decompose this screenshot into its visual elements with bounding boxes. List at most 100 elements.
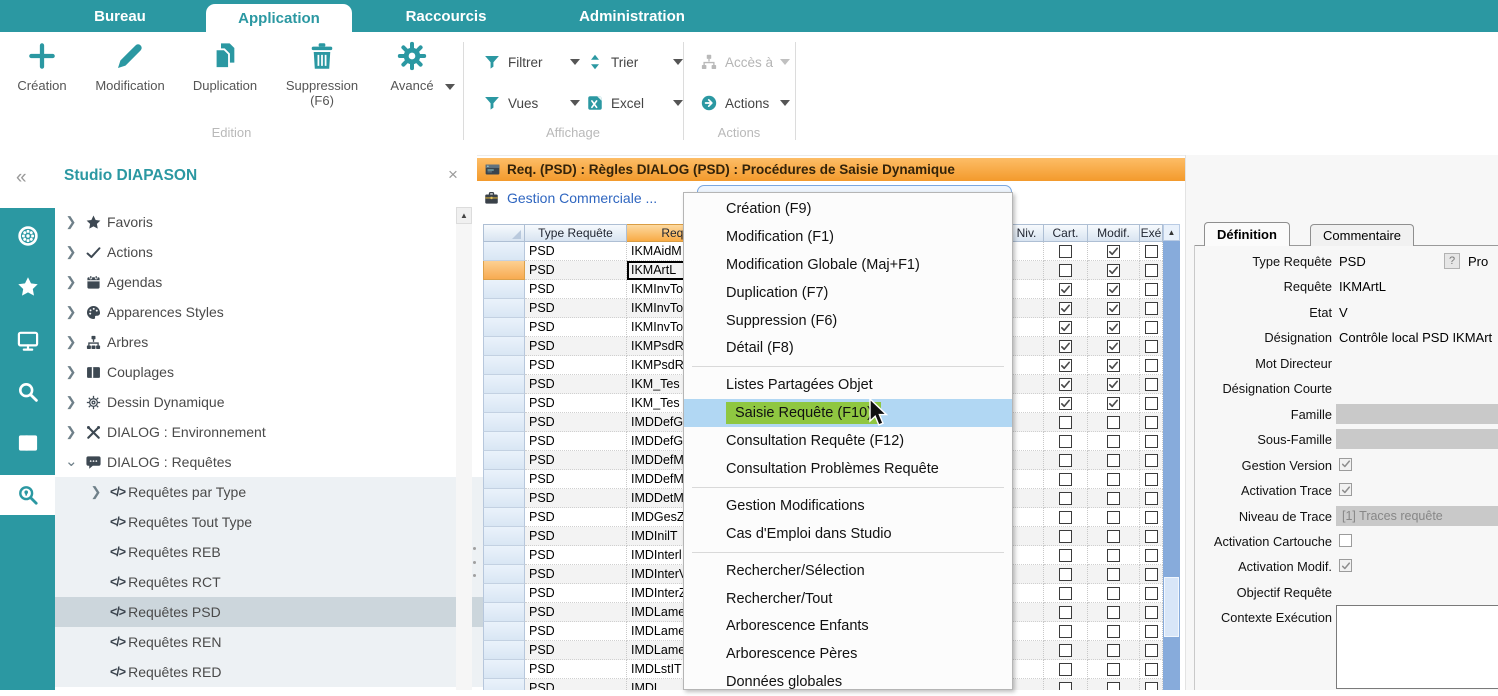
- cell-modif[interactable]: [1088, 679, 1140, 690]
- column-header-cart[interactable]: Cart.: [1044, 224, 1088, 242]
- cell-type[interactable]: PSD: [525, 394, 627, 413]
- cell-type[interactable]: PSD: [525, 641, 627, 660]
- cell-exe[interactable]: [1140, 280, 1163, 299]
- cell-modif[interactable]: [1088, 432, 1140, 451]
- cell-modif[interactable]: [1088, 356, 1140, 375]
- checkbox-unchecked[interactable]: [1107, 511, 1120, 524]
- cell-modif[interactable]: [1088, 622, 1140, 641]
- cell-exe[interactable]: [1140, 470, 1163, 489]
- cell-exe[interactable]: [1140, 356, 1163, 375]
- row-selector[interactable]: [483, 242, 525, 261]
- chevron-down-icon[interactable]: [780, 100, 790, 106]
- cell-exe[interactable]: [1140, 242, 1163, 261]
- menu-item-arborescence-p-res[interactable]: Arborescence Pères: [684, 640, 1012, 668]
- row-selector[interactable]: [483, 660, 525, 679]
- scroll-thumb[interactable]: [1164, 577, 1179, 637]
- checkbox-unchecked[interactable]: [1107, 549, 1120, 562]
- cell-cart[interactable]: [1044, 356, 1088, 375]
- cell-exe[interactable]: [1140, 337, 1163, 356]
- checkbox-unchecked[interactable]: [1107, 682, 1120, 691]
- cell-cart[interactable]: [1044, 527, 1088, 546]
- cell-exe[interactable]: [1140, 546, 1163, 565]
- cell-exe[interactable]: [1140, 318, 1163, 337]
- ribbon-button-accès-à[interactable]: Accès à: [700, 50, 790, 74]
- cell-cart[interactable]: [1044, 565, 1088, 584]
- row-selector[interactable]: [483, 318, 525, 337]
- checkbox-unchecked[interactable]: [1145, 473, 1158, 486]
- row-selector[interactable]: [483, 527, 525, 546]
- checkbox-unchecked[interactable]: [1059, 454, 1072, 467]
- cell-type[interactable]: PSD: [525, 451, 627, 470]
- checkbox-checked[interactable]: [1107, 321, 1120, 334]
- row-selector[interactable]: [483, 603, 525, 622]
- checkbox-unchecked[interactable]: [1059, 511, 1072, 524]
- cell-type[interactable]: PSD: [525, 603, 627, 622]
- checkbox-unchecked[interactable]: [1145, 397, 1158, 410]
- cell-cart[interactable]: [1044, 318, 1088, 337]
- tree-item-dialog-environnement[interactable]: ❯DIALOG : Environnement: [55, 417, 467, 447]
- checkbox-unchecked[interactable]: [1059, 587, 1072, 600]
- cell-cart[interactable]: [1044, 261, 1088, 280]
- cell-cart[interactable]: [1044, 546, 1088, 565]
- checkbox-checked[interactable]: [1059, 397, 1072, 410]
- menu-item-cr-ation-f9-[interactable]: Création (F9): [684, 195, 1012, 223]
- cell-type[interactable]: PSD: [525, 299, 627, 318]
- row-selector[interactable]: [483, 451, 525, 470]
- cell-exe[interactable]: [1140, 679, 1163, 690]
- cell-exe[interactable]: [1140, 622, 1163, 641]
- document-tab[interactable]: Gestion Commerciale ...: [483, 185, 657, 211]
- tab-définition[interactable]: Définition: [1204, 222, 1290, 246]
- checkbox-unchecked[interactable]: [1145, 682, 1158, 691]
- checkbox-unchecked[interactable]: [1059, 606, 1072, 619]
- checkbox-unchecked[interactable]: [1145, 416, 1158, 429]
- row-selector[interactable]: [483, 489, 525, 508]
- menu-item-d-tail-f8-[interactable]: Détail (F8): [684, 334, 1012, 362]
- cell-type[interactable]: PSD: [525, 489, 627, 508]
- chevron-down-icon[interactable]: [445, 84, 455, 90]
- execution-context-textarea[interactable]: [1336, 605, 1498, 689]
- cell-modif[interactable]: [1088, 565, 1140, 584]
- cell-niv[interactable]: [1010, 622, 1044, 641]
- menubar-tab-application[interactable]: Application: [206, 4, 352, 32]
- cell-niv[interactable]: [1010, 394, 1044, 413]
- cell-type[interactable]: PSD: [525, 470, 627, 489]
- cell-cart[interactable]: [1044, 603, 1088, 622]
- menu-item-gestion-modifications[interactable]: Gestion Modifications: [684, 492, 1012, 520]
- checkbox-unchecked[interactable]: [1059, 492, 1072, 505]
- checkbox-unchecked[interactable]: [1145, 568, 1158, 581]
- column-header-type[interactable]: Type Requête: [525, 224, 627, 242]
- checkbox-checked[interactable]: [1107, 245, 1120, 258]
- menu-item-modification-globale-maj-f1-[interactable]: Modification Globale (Maj+F1): [684, 251, 1012, 279]
- cell-niv[interactable]: [1010, 356, 1044, 375]
- checkbox-unchecked[interactable]: [1059, 644, 1072, 657]
- checkbox-unchecked[interactable]: [1107, 644, 1120, 657]
- checkbox-checked[interactable]: [1059, 302, 1072, 315]
- column-header-niv[interactable]: Niv.: [1010, 224, 1044, 242]
- checkbox-unchecked[interactable]: [1059, 530, 1072, 543]
- cell-niv[interactable]: [1010, 242, 1044, 261]
- checkbox-unchecked[interactable]: [1107, 568, 1120, 581]
- menu-item-modification-f1-[interactable]: Modification (F1): [684, 223, 1012, 251]
- row-selector[interactable]: [483, 261, 525, 280]
- chevron-down-icon[interactable]: [780, 59, 790, 65]
- row-selector[interactable]: [483, 584, 525, 603]
- tree-item-apparences-styles[interactable]: ❯Apparences Styles: [55, 297, 467, 327]
- ribbon-button-vues[interactable]: Vues: [483, 91, 580, 115]
- cell-modif[interactable]: [1088, 660, 1140, 679]
- checkbox-checked[interactable]: [1107, 397, 1120, 410]
- cell-niv[interactable]: [1010, 508, 1044, 527]
- cell-exe[interactable]: [1140, 432, 1163, 451]
- sidebar-collapse-button[interactable]: «: [16, 167, 27, 189]
- checkbox-unchecked[interactable]: [1145, 663, 1158, 676]
- checkbox-checked[interactable]: [1107, 302, 1120, 315]
- checkbox-checked[interactable]: [1107, 283, 1120, 296]
- row-selector[interactable]: [483, 565, 525, 584]
- cell-exe[interactable]: [1140, 489, 1163, 508]
- column-header-modif[interactable]: Modif.: [1088, 224, 1140, 242]
- checkbox-unchecked[interactable]: [1107, 416, 1120, 429]
- checkbox-unchecked[interactable]: [1145, 492, 1158, 505]
- chevron-right-icon[interactable]: ❯: [65, 274, 77, 290]
- cell-modif[interactable]: [1088, 489, 1140, 508]
- row-selector[interactable]: [483, 356, 525, 375]
- help-button[interactable]: ?: [1444, 253, 1460, 269]
